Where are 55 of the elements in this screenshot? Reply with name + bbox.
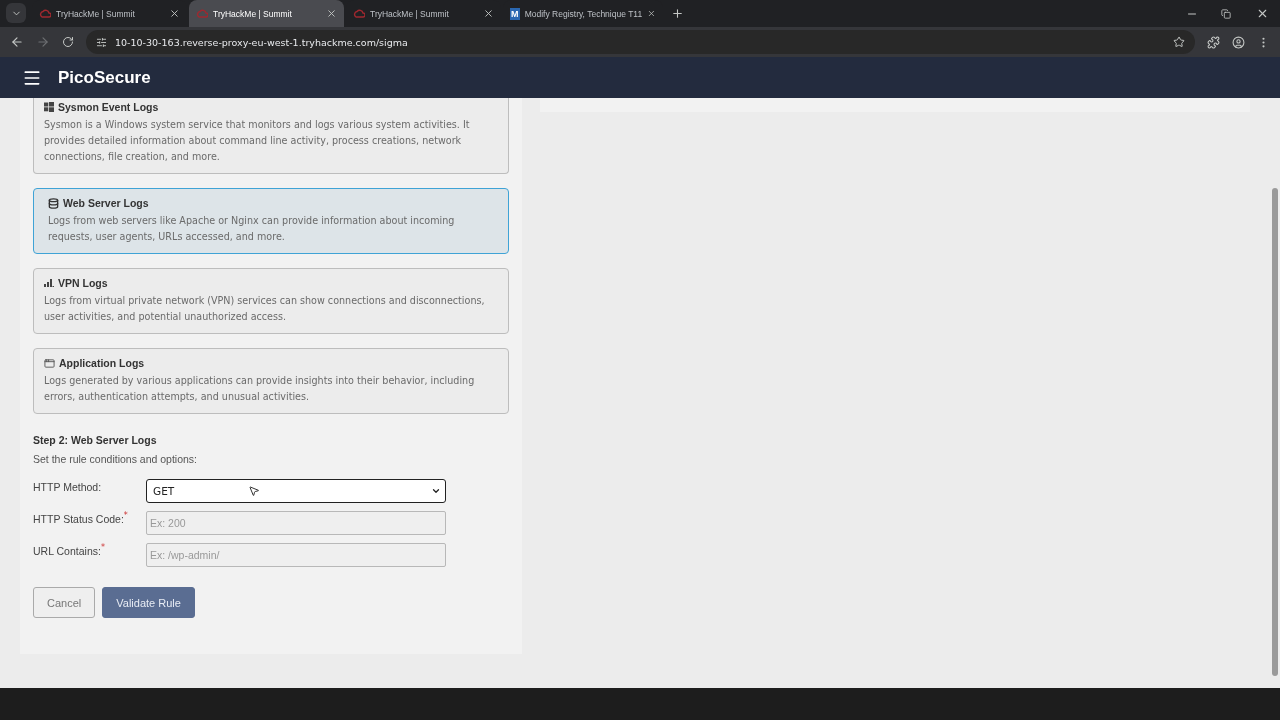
close-icon[interactable]: [326, 8, 337, 19]
app-title: PicoSecure: [58, 67, 151, 88]
cloud-logo-icon: [353, 8, 365, 19]
input-field[interactable]: Ex: /wp-admin/: [146, 543, 446, 567]
field-label: URL Contains:: [33, 544, 101, 557]
close-icon[interactable]: [647, 8, 656, 19]
cloud-logo-icon: [39, 8, 51, 19]
bookmark-star-icon[interactable]: [1173, 36, 1185, 48]
signal-bars-icon: [44, 279, 54, 287]
extensions-icon[interactable]: [1207, 35, 1220, 49]
cloud-logo-icon: [196, 8, 208, 19]
card-description: Logs from web servers like Apache or Nginx can provide information about incoming requests, user agents, URLs accessed, and more.: [48, 214, 456, 244]
log-source-card[interactable]: [33, 98, 509, 174]
log-source-card[interactable]: VPN Logs Logs from virtual private network (VPN) services can show connections and disconnections, user activities, and potential unauthorized access.: [33, 268, 509, 334]
mouse-pointer-icon: [248, 485, 260, 497]
address-bar[interactable]: 10-10-30-163.reverse-proxy-eu-west-1.tryhackme.com/sigma: [86, 30, 1195, 54]
card-title: VPN Logs: [58, 277, 108, 289]
tab-title: TryHackMe | Summit: [213, 8, 293, 19]
browser-tab[interactable]: TryHackMe | Summit: [189, 0, 344, 27]
field-label: HTTP Method:: [33, 480, 102, 493]
input-field[interactable]: Ex: 200: [146, 511, 446, 535]
card-description: Logs from virtual private network (VPN) services can show connections and disconnections, user activities, and potential unauthorized access.: [44, 294, 486, 324]
restore-icon: [1221, 8, 1231, 19]
required-marker: *: [123, 511, 128, 522]
back-icon[interactable]: [10, 35, 24, 49]
card-title: Sysmon Event Logs: [58, 101, 159, 113]
site-settings-icon[interactable]: [96, 36, 107, 48]
chevron-down-icon: [431, 486, 441, 496]
database-icon: [48, 197, 59, 209]
profile-icon[interactable]: [1232, 35, 1245, 49]
validate-button[interactable]: Validate Rule: [102, 587, 195, 618]
card-title: Application Logs: [59, 357, 145, 369]
tab-list-button[interactable]: [6, 3, 26, 23]
step-title: Step 2: Web Server Logs: [33, 434, 158, 446]
close-icon[interactable]: [169, 8, 180, 19]
window-icon: [44, 357, 55, 369]
close-icon[interactable]: [483, 8, 494, 19]
method-select[interactable]: GET: [146, 479, 446, 503]
card-description: Sysmon is a Windows system service that monitors and logs various system activities. It provides detailed information about command line activity, process creations, network connections, file creation, and more.: [44, 118, 471, 164]
windows-icon: [44, 102, 54, 112]
tab-title: Modify Registry, Technique T11: [524, 8, 643, 19]
card-description: Logs generated by various applications can provide insights into their behavior, including errors, authentication attempts, and unusual activities.: [44, 374, 476, 404]
log-source-card[interactable]: Web Server Logs Logs from web servers like Apache or Nginx can provide information about incoming requests, user agents, URLs accessed, and more.: [33, 188, 509, 254]
tab-title: TryHackMe | Summit: [56, 8, 136, 19]
tab-logo: M: [510, 7, 520, 20]
scrollbar[interactable]: [1272, 188, 1278, 676]
plus-icon: [671, 7, 684, 20]
reload-icon[interactable]: [62, 36, 74, 48]
step-subtitle: Set the rule conditions and options:: [33, 453, 199, 465]
log-source-card[interactable]: Application Logs Logs generated by various applications can provide insights into their behavior, including errors, authentication attempts, and unusual activities.: [33, 348, 509, 414]
field-label: HTTP Status Code:: [33, 512, 124, 525]
tab-title: TryHackMe | Summit: [370, 8, 450, 19]
card-title: Web Server Logs: [63, 197, 149, 209]
required-marker: *: [100, 543, 105, 554]
cancel-button[interactable]: Cancel: [33, 587, 96, 618]
